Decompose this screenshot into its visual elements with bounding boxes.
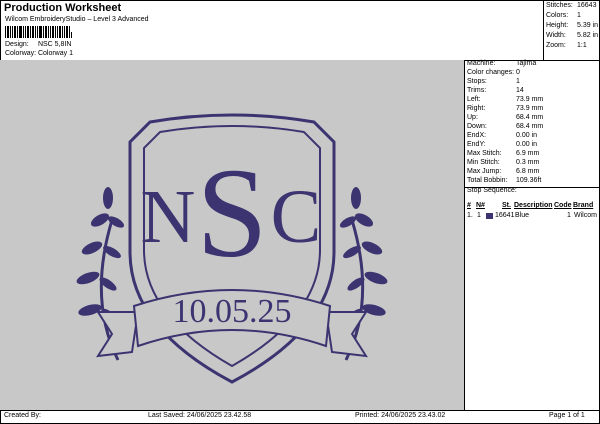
- info-value: 1: [516, 78, 520, 85]
- printed-date: Printed: 24/06/2025 23.43.02: [355, 412, 446, 419]
- colorway-value: Colorway 1: [37, 50, 73, 57]
- colors-label: Colors:: [546, 12, 569, 19]
- column-header-description: Description: [514, 202, 553, 209]
- info-row: Color changes: 0: [467, 69, 520, 76]
- page-title: Production Worksheet: [4, 2, 122, 14]
- width-value: 5.82 in: [577, 32, 599, 39]
- ribbon-date: 10.05.25: [173, 293, 292, 330]
- monogram-letter-n: N: [141, 175, 196, 259]
- info-row: EndY: 0.00 in: [467, 141, 537, 148]
- info-label: Machine:: [467, 60, 496, 67]
- footer-divider: [0, 410, 600, 411]
- row-stitches: 16641: [495, 212, 515, 219]
- column-header-brand: Brand: [573, 202, 594, 209]
- info-value: Tajima: [516, 60, 537, 67]
- info-label: Max Jump:: [467, 168, 502, 175]
- row-description: Blue: [515, 212, 530, 219]
- height-row: Height: 5.39 in: [546, 22, 598, 29]
- row-needle: 1: [477, 212, 481, 219]
- barcode: [5, 26, 72, 38]
- info-value: 0: [516, 69, 520, 76]
- width-row: Width: 5.82 in: [546, 32, 598, 39]
- thread-color-swatch: [486, 213, 493, 219]
- info-row: Down: 68.4 mm: [467, 123, 543, 130]
- page-number: Page 1 of 1: [549, 412, 585, 419]
- info-row: EndX: 0.00 in: [467, 132, 537, 139]
- height-label: Height:: [546, 22, 569, 29]
- stop-sequence-heading: Stop Sequence:: [467, 187, 517, 194]
- info-value: 73.9 mm: [516, 96, 544, 103]
- info-row: Up: 68.4 mm: [467, 114, 543, 121]
- design-row: Design: NSC 5,8IN: [5, 41, 71, 48]
- design-value: NSC 5,8IN: [37, 41, 72, 48]
- info-row: Total Bobbin: 109.36ft: [467, 177, 541, 184]
- info-row: Max Jump: 6.8 mm: [467, 168, 539, 175]
- info-value: 109.36ft: [516, 177, 542, 184]
- info-row: Min Stitch: 0.3 mm: [467, 159, 539, 166]
- info-label: EndX:: [467, 132, 487, 139]
- row-num: 1.: [467, 212, 473, 219]
- colorway-row: Colorway: Colorway 1: [5, 50, 73, 57]
- last-saved: Last Saved: 24/06/2025 23.42.58: [148, 412, 252, 419]
- monogram-letter-c: C: [271, 175, 322, 259]
- info-label: Up:: [467, 114, 478, 121]
- created-by: Created By:: [4, 412, 41, 419]
- info-label: Down:: [467, 123, 487, 130]
- colors-value: 1: [577, 12, 581, 19]
- info-row: Right: 73.9 mm: [467, 105, 543, 112]
- info-row: Max Stitch: 6.9 mm: [467, 150, 539, 157]
- info-value: 68.4 mm: [516, 123, 544, 130]
- info-label: Max Stitch:: [467, 150, 502, 157]
- width-label: Width:: [546, 32, 566, 39]
- info-label: Min Stitch:: [467, 159, 500, 166]
- column-header-stitches: St.: [502, 202, 511, 209]
- software-subtitle: Wilcom EmbroideryStudio – Level 3 Advanc…: [5, 16, 149, 23]
- info-row: Trims: 14: [467, 87, 524, 94]
- height-value: 5.39 in: [577, 22, 599, 29]
- info-value: 14: [516, 87, 524, 94]
- info-value: 73.9 mm: [516, 105, 544, 112]
- zoom-label: Zoom:: [546, 42, 566, 49]
- info-label: EndY:: [467, 141, 486, 148]
- embroidery-design: N S C 10.05.25: [76, 113, 388, 384]
- design-preview: N S C 10.05.25: [0, 60, 464, 410]
- design-label: Design:: [5, 41, 29, 48]
- column-header-code: Code: [554, 202, 572, 209]
- stitches-label: Stitches:: [546, 2, 573, 9]
- zoom-row: Zoom: 1:1: [546, 42, 587, 49]
- info-label: Left:: [467, 96, 481, 103]
- info-label: Total Bobbin:: [467, 177, 508, 184]
- row-brand: Wilcom: [574, 212, 597, 219]
- machine-info-panel: Machine: Tajima Color changes: 0 Stops: 1 T…: [464, 60, 600, 410]
- info-row: Left: 73.9 mm: [467, 96, 543, 103]
- monogram-letter-s: S: [196, 142, 267, 284]
- info-label: Trims:: [467, 87, 487, 94]
- info-value: 6.8 mm: [516, 168, 540, 175]
- zoom-value: 1:1: [577, 42, 587, 49]
- info-value: 0.00 in: [516, 132, 538, 139]
- stitches-row: Stitches: 16643: [546, 2, 596, 9]
- info-value: 0.3 mm: [516, 159, 540, 166]
- info-label: Right:: [467, 105, 486, 112]
- info-value: 68.4 mm: [516, 114, 544, 121]
- column-header-num: #: [467, 202, 471, 209]
- info-row: Machine: Tajima: [467, 60, 536, 67]
- colorway-label: Colorway:: [5, 50, 37, 57]
- stitches-value: 16643: [577, 2, 597, 9]
- info-row: Stops: 1: [467, 78, 520, 85]
- info-value: 0.00 in: [516, 141, 538, 148]
- column-header-needle: N#: [476, 202, 485, 209]
- info-label: Stops:: [467, 78, 487, 85]
- row-code: 1: [567, 212, 571, 219]
- summary-panel: Stitches: 16643 Colors: 1 Height: 5.39 in W…: [543, 0, 600, 60]
- info-label: Color changes:: [467, 69, 515, 76]
- colors-row: Colors: 1: [546, 12, 581, 19]
- info-value: 6.9 mm: [516, 150, 540, 157]
